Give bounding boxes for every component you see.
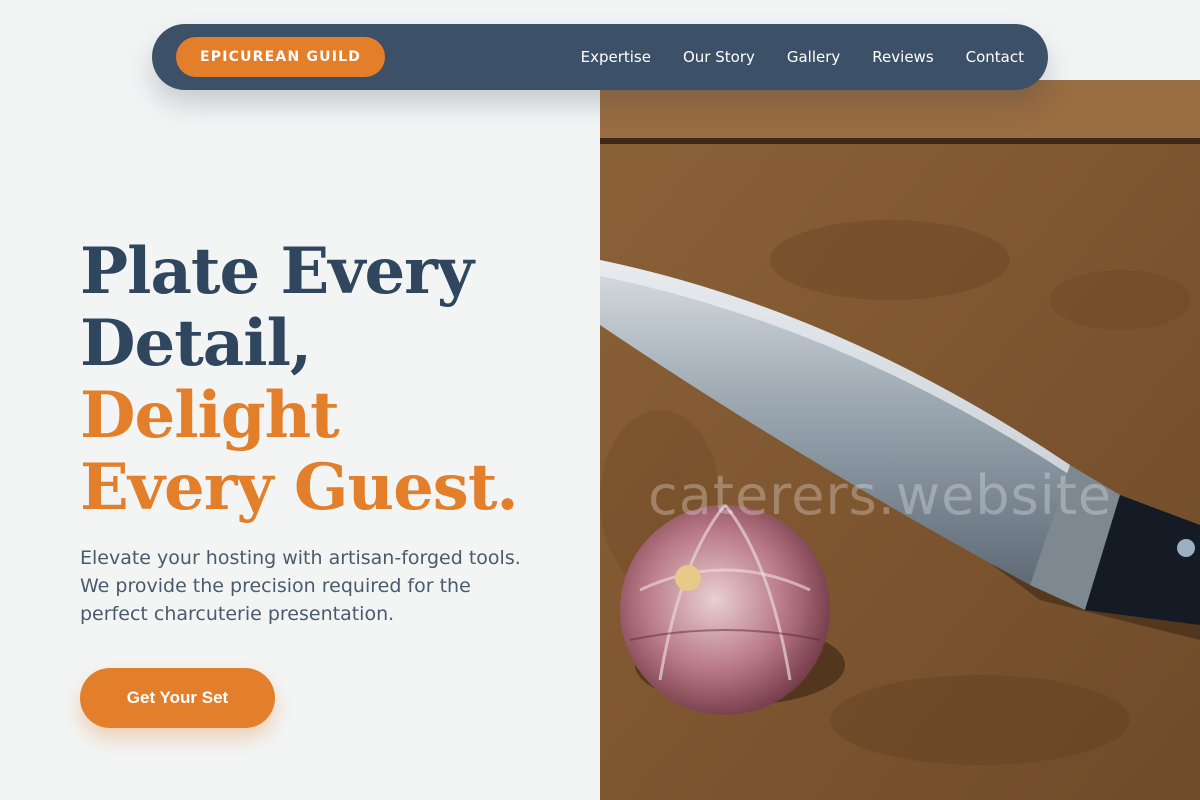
headline-accent-line-2: Every Guest. bbox=[80, 450, 519, 525]
headline-accent-line-1: Delight bbox=[80, 378, 340, 453]
headline-line-1: Plate Every bbox=[80, 234, 474, 309]
hero-headline: Plate Every Detail, Delight Every Guest. bbox=[80, 236, 600, 524]
nav-link-reviews[interactable]: Reviews bbox=[872, 48, 933, 66]
get-your-set-button[interactable]: Get Your Set bbox=[80, 668, 275, 728]
navbar: EPICUREAN GUILD Expertise Our Story Gall… bbox=[152, 24, 1048, 90]
hero-image: caterers.website bbox=[600, 80, 1200, 800]
watermark-text: caterers.website bbox=[648, 464, 1113, 527]
headline-line-2: Detail, bbox=[80, 306, 312, 381]
brand-logo-button[interactable]: EPICUREAN GUILD bbox=[176, 37, 386, 77]
nav-links: Expertise Our Story Gallery Reviews Cont… bbox=[581, 48, 1024, 66]
knife-and-garlic-illustration bbox=[600, 80, 1200, 800]
nav-link-gallery[interactable]: Gallery bbox=[787, 48, 840, 66]
nav-link-contact[interactable]: Contact bbox=[966, 48, 1024, 66]
nav-link-expertise[interactable]: Expertise bbox=[581, 48, 651, 66]
nav-link-our-story[interactable]: Our Story bbox=[683, 48, 755, 66]
hero-subtext: Elevate your hosting with artisan-forged… bbox=[80, 547, 521, 625]
